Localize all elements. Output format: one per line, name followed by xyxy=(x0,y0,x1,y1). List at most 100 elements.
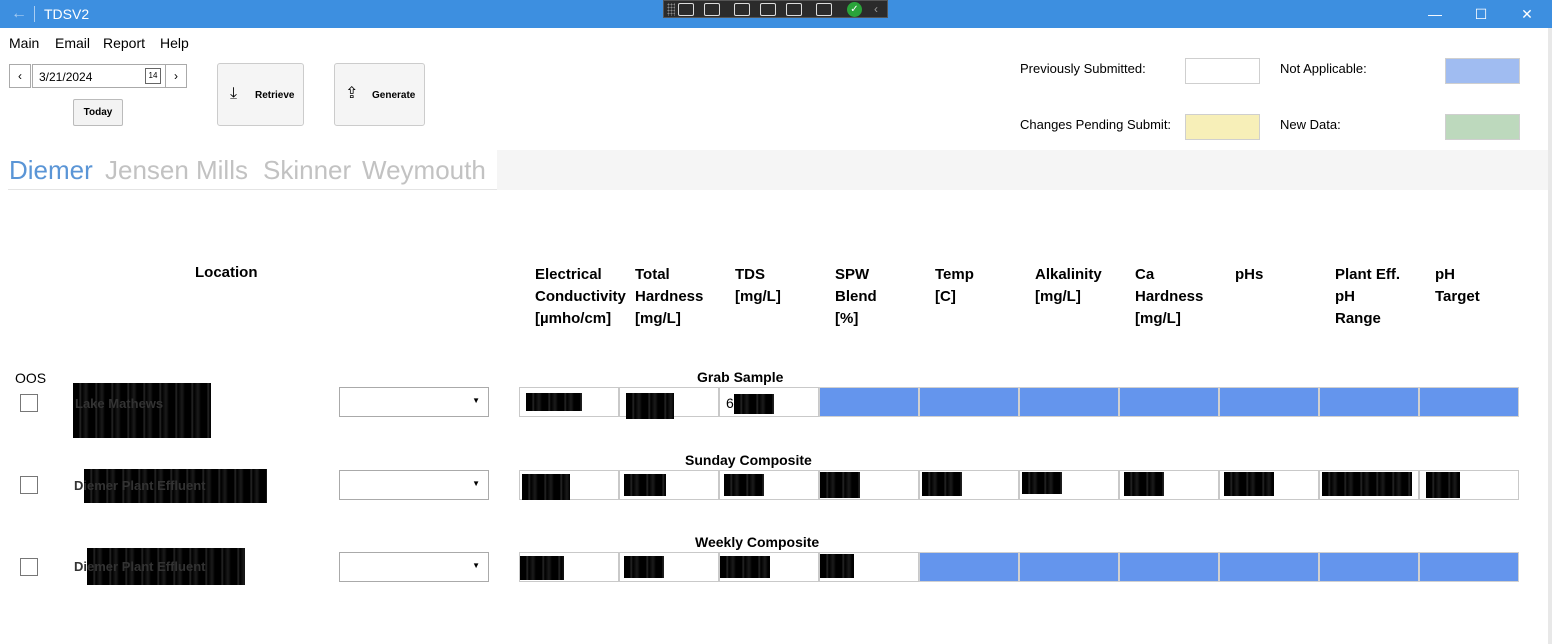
track-focus-icon[interactable] xyxy=(786,3,802,16)
value-cell-r2-c4[interactable] xyxy=(819,470,919,500)
section-label-row-2: Sunday Composite xyxy=(685,452,812,468)
value-cell-r2-c9[interactable] xyxy=(1319,470,1419,500)
column-header-line: [µmho/cm] xyxy=(535,310,612,327)
value-cell-r2-c2[interactable] xyxy=(619,470,719,500)
value-cell-r1-c2[interactable] xyxy=(619,387,719,419)
live-tree-icon[interactable] xyxy=(678,3,694,16)
menu-help[interactable]: Help xyxy=(160,34,189,52)
maximize-button[interactable]: ☐ xyxy=(1458,0,1504,28)
tab-diemer[interactable]: Diemer xyxy=(9,154,93,186)
column-header-line: Total xyxy=(635,266,670,283)
redacted-value xyxy=(734,394,774,414)
value-cell-r1-c1[interactable] xyxy=(519,387,619,417)
value-cell-r2-c6[interactable] xyxy=(1019,470,1119,500)
retrieve-label: Retrieve xyxy=(255,90,295,101)
value-cell-r3-c3[interactable] xyxy=(719,552,819,582)
column-header-8: pHs xyxy=(1235,264,1335,286)
section-label-row-3: Weekly Composite xyxy=(695,534,820,550)
minimize-button[interactable]: — xyxy=(1412,0,1458,28)
value-cell-r2-c7[interactable] xyxy=(1119,470,1219,500)
value-cell-r1-c9 xyxy=(1319,387,1419,417)
chevron-down-icon: ▼ xyxy=(472,479,480,488)
value-cell-r3-c1[interactable] xyxy=(519,552,619,582)
value-cell-r1-c6 xyxy=(1019,387,1119,417)
redacted-value xyxy=(922,472,962,496)
value-cell-r2-c3[interactable] xyxy=(719,470,819,500)
check-icon[interactable]: ✓ xyxy=(847,2,862,17)
tab-strip-background xyxy=(497,150,1548,190)
value-cell-r2-c8[interactable] xyxy=(1219,470,1319,500)
back-arrow-icon[interactable]: ← xyxy=(8,4,30,24)
video-icon[interactable] xyxy=(704,3,720,16)
chevron-left-icon[interactable]: ‹ xyxy=(874,1,878,18)
column-header-6: Alkalinity [mg/L] xyxy=(1035,264,1135,308)
next-date-button[interactable]: › xyxy=(165,64,187,88)
column-header-line: Range xyxy=(1335,310,1381,327)
tab-skinner[interactable]: Skinner xyxy=(263,154,351,186)
dropdown-row-3[interactable]: ▼ xyxy=(339,552,489,582)
value-cell-r1-c5 xyxy=(919,387,1019,417)
location-name-row-1: Lake Mathews xyxy=(73,383,211,438)
tab-mills[interactable]: Mills xyxy=(196,154,248,186)
chevron-down-icon: ▼ xyxy=(472,561,480,570)
download-icon: ⤓ xyxy=(230,85,238,102)
date-value: 3/21/2024 xyxy=(39,70,93,84)
display-layout-icon[interactable] xyxy=(760,3,776,16)
redacted-value xyxy=(1322,472,1412,496)
column-header-line: Conductivity xyxy=(535,288,626,305)
value-cell-r3-c9 xyxy=(1319,552,1419,582)
value-cell-r3-c5 xyxy=(919,552,1019,582)
value-cell-r3-c4[interactable] xyxy=(819,552,919,582)
column-header-line: [mg/L] xyxy=(1035,288,1081,305)
menu-email[interactable]: Email xyxy=(55,34,90,52)
redacted-value xyxy=(724,474,764,496)
close-button[interactable]: ✕ xyxy=(1504,0,1550,28)
column-header-line: SPW xyxy=(835,266,870,283)
value-cell-r2-c1[interactable] xyxy=(519,470,619,500)
column-header-line: TDS xyxy=(735,266,765,283)
select-element-icon[interactable] xyxy=(734,3,750,16)
menu-main[interactable]: Main xyxy=(9,34,39,52)
oos-checkbox-row-3[interactable] xyxy=(20,558,38,576)
column-header-line: Blend xyxy=(835,288,877,305)
value-cell-r1-c3[interactable]: 6 xyxy=(719,387,819,417)
redacted-value xyxy=(1022,472,1062,494)
dropdown-row-2[interactable]: ▼ xyxy=(339,470,489,500)
share-icon: ⇪ xyxy=(345,85,359,102)
redacted-value xyxy=(720,556,770,578)
column-header-line: [mg/L] xyxy=(1135,310,1181,327)
tab-underline xyxy=(8,189,497,190)
redacted-value xyxy=(522,474,570,500)
value-cell-r2-c10[interactable] xyxy=(1419,470,1519,500)
column-header-10: pH Target xyxy=(1435,264,1535,308)
menu-report[interactable]: Report xyxy=(103,34,145,52)
tab-weymouth[interactable]: Weymouth xyxy=(362,154,486,186)
column-header-line: Alkalinity xyxy=(1035,266,1102,283)
date-picker[interactable]: 3/21/2024 14 xyxy=(32,64,166,88)
column-header-line: Temp xyxy=(935,266,974,283)
column-header-9: Plant Eff. pH Range xyxy=(1335,264,1435,330)
oos-checkbox-row-2[interactable] xyxy=(20,476,38,494)
drag-grip-icon[interactable] xyxy=(667,3,675,16)
legend-previously-submitted-swatch xyxy=(1185,58,1260,84)
legend-new-data-label: New Data: xyxy=(1280,117,1341,132)
retrieve-button[interactable]: ⤓ Retrieve xyxy=(217,63,304,126)
prev-date-button[interactable]: ‹ xyxy=(9,64,31,88)
tab-jensen[interactable]: Jensen xyxy=(105,154,189,186)
oos-checkbox-row-1[interactable] xyxy=(20,394,38,412)
column-header-2: Total Hardness [mg/L] xyxy=(635,264,735,330)
value-cell-r2-c5[interactable] xyxy=(919,470,1019,500)
redacted-value xyxy=(1124,472,1164,496)
column-header-line: pH xyxy=(1335,288,1355,305)
dropdown-row-1[interactable]: ▼ xyxy=(339,387,489,417)
column-header-1: Electrical Conductivity [µmho/cm] xyxy=(535,264,635,330)
value-cell-r3-c2[interactable] xyxy=(619,552,719,582)
calendar-icon[interactable]: 14 xyxy=(145,68,161,84)
window-title: TDSV2 xyxy=(44,6,90,22)
chevron-down-icon: ▼ xyxy=(472,396,480,405)
generate-button[interactable]: ⇪ Generate xyxy=(334,63,425,126)
value-cell-r3-c6 xyxy=(1019,552,1119,582)
today-button[interactable]: Today xyxy=(73,99,123,126)
value-cell-r3-c7 xyxy=(1119,552,1219,582)
hot-reload-icon[interactable] xyxy=(816,3,832,16)
